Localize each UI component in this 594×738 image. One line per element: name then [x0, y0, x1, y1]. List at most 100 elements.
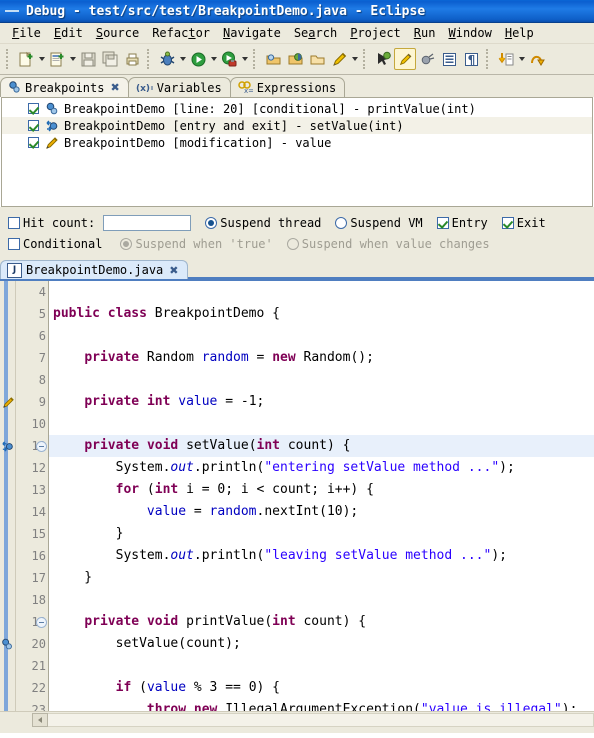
menu-edit[interactable]: Edit	[48, 25, 90, 41]
code-editor[interactable]: public class BreakpointDemo { private Ra…	[0, 279, 594, 711]
open-resource-search-icon[interactable]	[284, 48, 306, 70]
toolbar-grip[interactable]	[147, 49, 152, 69]
code-line: if (value % 3 == 0) {	[115, 680, 280, 695]
exit-checkbox[interactable]	[501, 216, 514, 229]
editor-tab-breakpointdemo[interactable]: J BreakpointDemo.java ✖	[0, 260, 188, 279]
scroll-left-icon[interactable]	[32, 712, 48, 727]
breakpoint-enabled-checkbox[interactable]	[28, 120, 39, 131]
conditional-checkbox[interactable]	[8, 237, 20, 250]
editor-horizontal-scrollbar[interactable]	[0, 711, 594, 727]
breakpoint-enabled-checkbox[interactable]	[28, 137, 39, 148]
save-icon[interactable]	[77, 48, 99, 70]
suspend-vm-radio[interactable]	[335, 216, 348, 229]
code-line: throw new IllegalArgumentException("valu…	[146, 702, 578, 711]
close-icon[interactable]: ✖	[169, 264, 178, 277]
skip-all-breakpoints-icon[interactable]	[416, 48, 438, 70]
new-java-class-dropdown-arrow[interactable]	[68, 48, 77, 70]
line-number: 22	[31, 681, 46, 695]
line-number: 5	[38, 307, 46, 321]
toolbar-grip[interactable]	[486, 49, 491, 69]
tab-variables-label: Variables	[156, 80, 222, 95]
code-line: System.out.println("leaving setValue met…	[53, 548, 507, 563]
hit-count-input[interactable]	[103, 214, 192, 231]
hit-count-checkbox[interactable]	[8, 216, 20, 229]
line-number: 10	[31, 417, 46, 431]
debug-icon[interactable]	[156, 48, 178, 70]
toolbar-grip[interactable]	[253, 49, 258, 69]
debug-dropdown-arrow[interactable]	[178, 48, 187, 70]
toolbar-grip[interactable]	[6, 49, 11, 69]
method-breakpoint-icon[interactable]	[0, 435, 15, 457]
step-into-icon[interactable]	[495, 48, 517, 70]
show-whitespace-icon[interactable]	[438, 48, 460, 70]
step-over-icon[interactable]	[526, 48, 548, 70]
step-into-dropdown-arrow[interactable]	[517, 48, 526, 70]
print-icon[interactable]	[121, 48, 143, 70]
editor-tab-filler	[187, 258, 594, 279]
code-line: private int value = -1;	[84, 394, 265, 409]
eclipse-globe-icon	[5, 3, 21, 19]
new-java-class-icon[interactable]	[46, 48, 68, 70]
run-icon[interactable]	[187, 48, 209, 70]
menu-refactor[interactable]: Refactor	[146, 25, 217, 41]
close-icon[interactable]: ✖	[110, 81, 119, 94]
open-folder-icon[interactable]	[306, 48, 328, 70]
scroll-track[interactable]	[48, 712, 594, 727]
menu-project[interactable]: Project	[344, 25, 408, 41]
editor-tab-label: BreakpointDemo.java	[26, 263, 164, 277]
breakpoint-row[interactable]: BreakpointDemo [modification] - value	[2, 134, 592, 151]
code-line: private Random random = new Random();	[84, 350, 374, 365]
method-breakpoint-icon	[44, 118, 59, 133]
menu-window[interactable]: Window	[442, 25, 498, 41]
line-number: 7	[38, 351, 46, 365]
breakpoint-enabled-checkbox[interactable]	[28, 103, 39, 114]
run-external-tools-dropdown-arrow[interactable]	[240, 48, 249, 70]
line-number: 14	[31, 505, 46, 519]
toggle-mark-occurrences-icon[interactable]	[394, 48, 416, 70]
line-breakpoint-icon[interactable]	[0, 633, 15, 655]
menu-help[interactable]: Help	[499, 25, 541, 41]
next-annotation-icon[interactable]	[372, 48, 394, 70]
line-number: 6	[38, 329, 46, 343]
new-file-icon[interactable]	[15, 48, 37, 70]
java-file-icon: J	[7, 262, 22, 278]
new-file-dropdown-arrow[interactable]	[37, 48, 46, 70]
tab-expressions-label: Expressions	[256, 80, 337, 95]
editor-text-area[interactable]: public class BreakpointDemo { private Ra…	[49, 281, 594, 711]
run-external-tools-icon[interactable]	[218, 48, 240, 70]
entry-checkbox[interactable]	[436, 216, 449, 229]
toolbar-grip[interactable]	[363, 49, 368, 69]
tab-breakpoints[interactable]: Breakpoints ✖	[0, 77, 129, 97]
line-number: 16	[31, 549, 46, 563]
watchpoint-icon[interactable]	[1, 391, 16, 413]
menu-run[interactable]: Run	[408, 25, 443, 41]
save-all-icon[interactable]	[99, 48, 121, 70]
suspend-thread-radio[interactable]	[205, 216, 218, 229]
show-pilcrow-icon[interactable]: ¶	[460, 48, 482, 70]
menu-search[interactable]: Search	[288, 25, 344, 41]
new-annotation-dropdown-arrow[interactable]	[350, 48, 359, 70]
fold-collapse-icon[interactable]	[36, 441, 47, 452]
fold-collapse-icon[interactable]	[36, 617, 47, 628]
new-annotation-pencil-icon[interactable]	[328, 48, 350, 70]
menubar: File Edit Source Refactor Navigate Searc…	[0, 23, 594, 44]
menu-navigate[interactable]: Navigate	[217, 25, 288, 41]
run-dropdown-arrow[interactable]	[209, 48, 218, 70]
window-titlebar: Debug - test/src/test/BreakpointDemo.jav…	[0, 0, 594, 23]
breakpoint-row[interactable]: BreakpointDemo [entry and exit] - setVal…	[2, 117, 592, 134]
breakpoint-row[interactable]: BreakpointDemo [line: 20] [conditional] …	[2, 100, 592, 117]
open-type-icon[interactable]	[262, 48, 284, 70]
line-number: 17	[31, 571, 46, 585]
tab-breakpoints-label: Breakpoints	[25, 80, 105, 95]
code-line: }	[53, 526, 124, 541]
tab-expressions[interactable]: x= Expressions	[229, 77, 346, 97]
breakpoints-list[interactable]: BreakpointDemo [line: 20] [conditional] …	[1, 97, 593, 207]
menu-source[interactable]: Source	[90, 25, 146, 41]
breakpoint-options-row-2: Conditional Suspend when 'true' Suspend …	[8, 233, 594, 254]
conditional-label: Conditional	[23, 236, 103, 251]
menu-file[interactable]: File	[6, 25, 48, 41]
tab-variables[interactable]: (x)= Variables	[127, 77, 231, 97]
line-number: 15	[31, 527, 46, 541]
